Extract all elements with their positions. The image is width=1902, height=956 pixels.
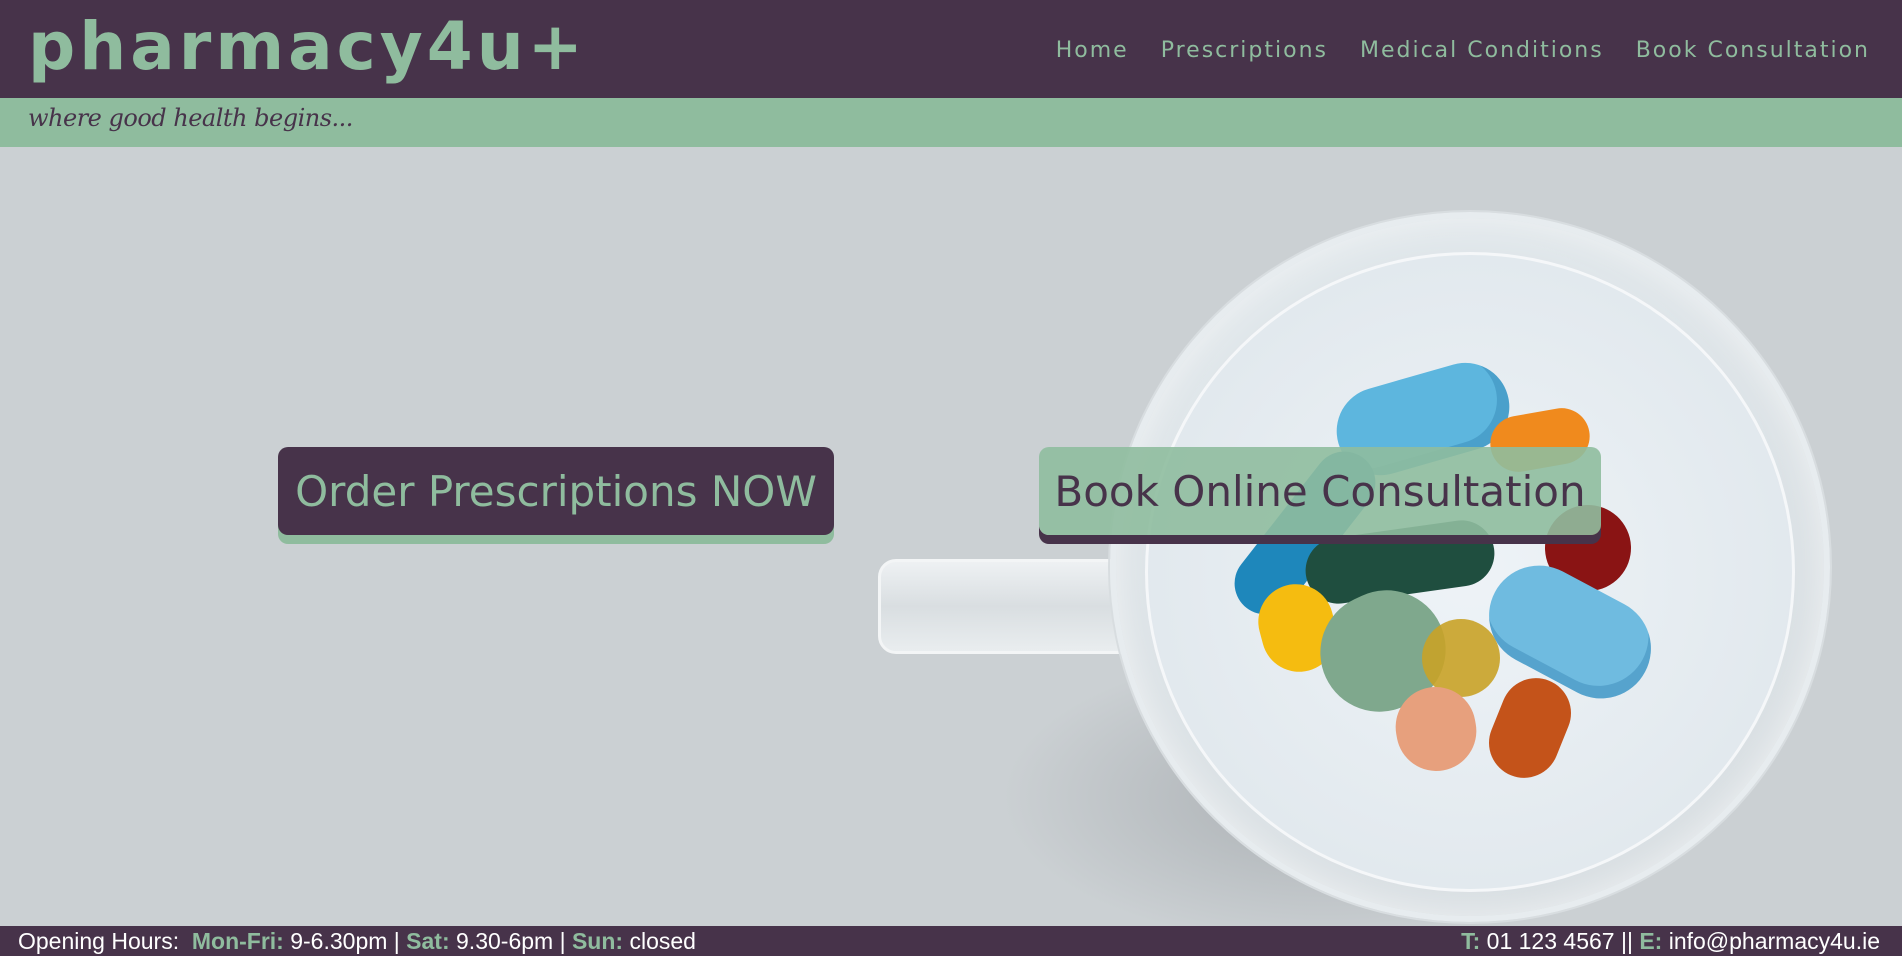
- tagline: where good health begins...: [28, 104, 353, 132]
- opening-hours-label: Opening Hours:: [18, 928, 180, 954]
- weekday-hours: 9-6.30pm: [290, 928, 388, 954]
- nav-link-book-consultation[interactable]: Book Consultation: [1636, 36, 1870, 66]
- sunday-label: Sun:: [571, 928, 624, 954]
- tagline-bar: where good health begins...: [0, 98, 1902, 147]
- hero-section: Order Prescriptions NOW Book Online Cons…: [0, 147, 1902, 926]
- phone-number[interactable]: 01 123 4567: [1487, 928, 1615, 954]
- footer-bar: Opening Hours: Mon-Fri: 9-6.30pm | Sat: …: [0, 926, 1902, 956]
- site-logo[interactable]: pharmacy4u+: [28, 2, 587, 92]
- email-label: E:: [1639, 928, 1663, 954]
- pill-gold-gel: [1422, 619, 1500, 697]
- contact-info: T: 01 123 4567 || E: info@pharmacy4u.ie: [1461, 926, 1880, 956]
- nav-link-prescriptions[interactable]: Prescriptions: [1161, 36, 1328, 66]
- saturday-hours: 9.30-6pm: [456, 928, 554, 954]
- main-nav: Home Prescriptions Medical Conditions Bo…: [1056, 36, 1870, 66]
- nav-link-medical-conditions[interactable]: Medical Conditions: [1360, 36, 1604, 66]
- weekday-label: Mon-Fri:: [191, 928, 284, 954]
- opening-hours: Opening Hours: Mon-Fri: 9-6.30pm | Sat: …: [18, 926, 696, 956]
- phone-label: T:: [1461, 928, 1481, 954]
- sunday-hours: closed: [629, 928, 696, 954]
- top-navbar: pharmacy4u+ Home Prescriptions Medical C…: [0, 0, 1902, 98]
- saturday-label: Sat:: [406, 928, 450, 954]
- hours-separator: |: [393, 928, 400, 954]
- hours-separator: |: [559, 928, 566, 954]
- order-prescriptions-button[interactable]: Order Prescriptions NOW: [278, 447, 834, 535]
- nav-link-home[interactable]: Home: [1056, 36, 1129, 66]
- contact-separator: ||: [1620, 928, 1633, 954]
- email-link[interactable]: info@pharmacy4u.ie: [1669, 928, 1880, 954]
- book-consultation-button[interactable]: Book Online Consultation: [1039, 447, 1601, 535]
